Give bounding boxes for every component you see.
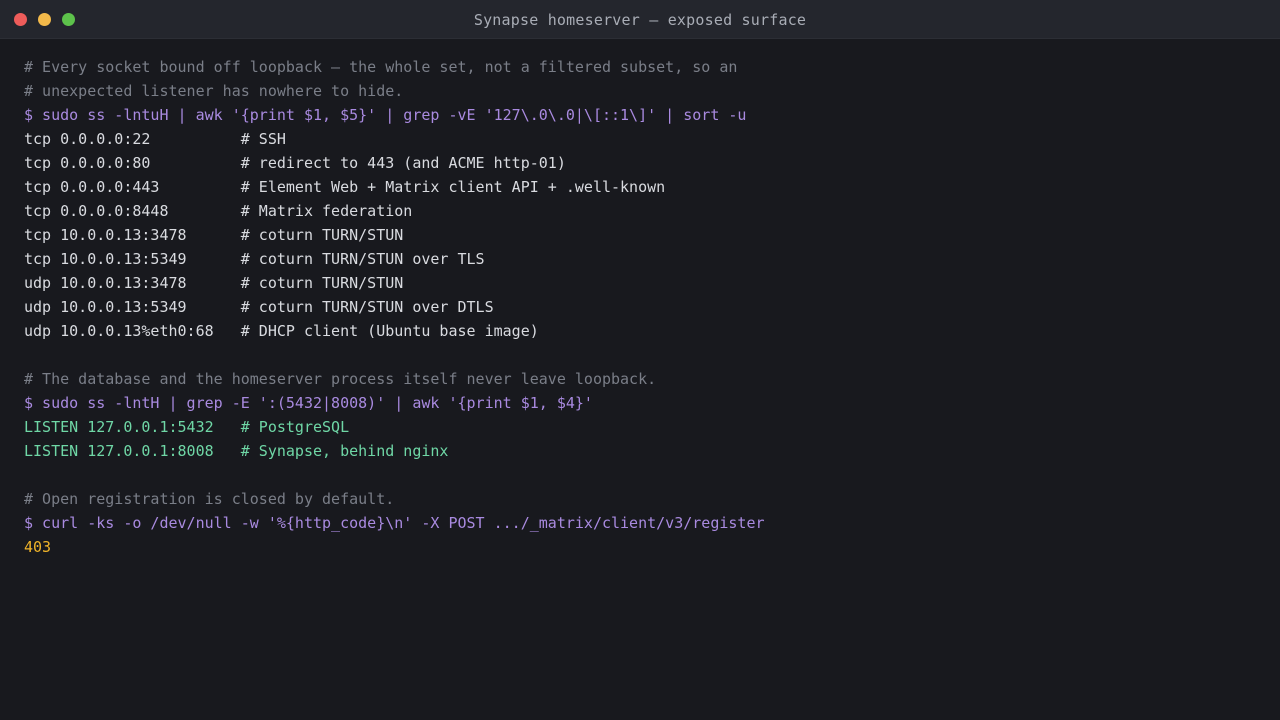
command-line: $ sudo ss -lntH | grep -E ':(5432|8008)'… — [24, 394, 593, 412]
command-line: $ curl -ks -o /dev/null -w '%{http_code}… — [24, 514, 765, 532]
terminal-window: Synapse homeserver — exposed surface # E… — [0, 0, 1280, 720]
output-line: tcp 10.0.0.13:5349 # coturn TURN/STUN ov… — [24, 250, 485, 268]
output-line: udp 10.0.0.13:5349 # coturn TURN/STUN ov… — [24, 298, 494, 316]
output-line: tcp 10.0.0.13:3478 # coturn TURN/STUN — [24, 226, 404, 244]
output-line: tcp 0.0.0.0:443 # Element Web + Matrix c… — [24, 178, 666, 196]
comment-line: # The database and the homeserver proces… — [24, 370, 657, 388]
output-line: udp 10.0.0.13%eth0:68 # DHCP client (Ubu… — [24, 322, 539, 340]
comment-line: # Every socket bound off loopback — the … — [24, 58, 738, 76]
output-line: tcp 0.0.0.0:22 # SSH — [24, 130, 286, 148]
output-line: tcp 0.0.0.0:80 # redirect to 443 (and AC… — [24, 154, 566, 172]
terminal-output[interactable]: # Every socket bound off loopback — the … — [24, 55, 1256, 720]
comment-line: # Open registration is closed by default… — [24, 490, 395, 508]
output-line: LISTEN 127.0.0.1:8008 # Synapse, behind … — [24, 442, 449, 460]
command-line: $ sudo ss -lntuH | awk '{print $1, $5}' … — [24, 106, 747, 124]
output-line: udp 10.0.0.13:3478 # coturn TURN/STUN — [24, 274, 404, 292]
comment-line: # unexpected listener has nowhere to hid… — [24, 82, 404, 100]
title-bar: Synapse homeserver — exposed surface — [0, 0, 1280, 39]
output-line: LISTEN 127.0.0.1:5432 # PostgreSQL — [24, 418, 350, 436]
status-code-line: 403 — [24, 538, 52, 556]
output-line: tcp 0.0.0.0:8448 # Matrix federation — [24, 202, 413, 220]
window-title: Synapse homeserver — exposed surface — [473, 11, 807, 29]
